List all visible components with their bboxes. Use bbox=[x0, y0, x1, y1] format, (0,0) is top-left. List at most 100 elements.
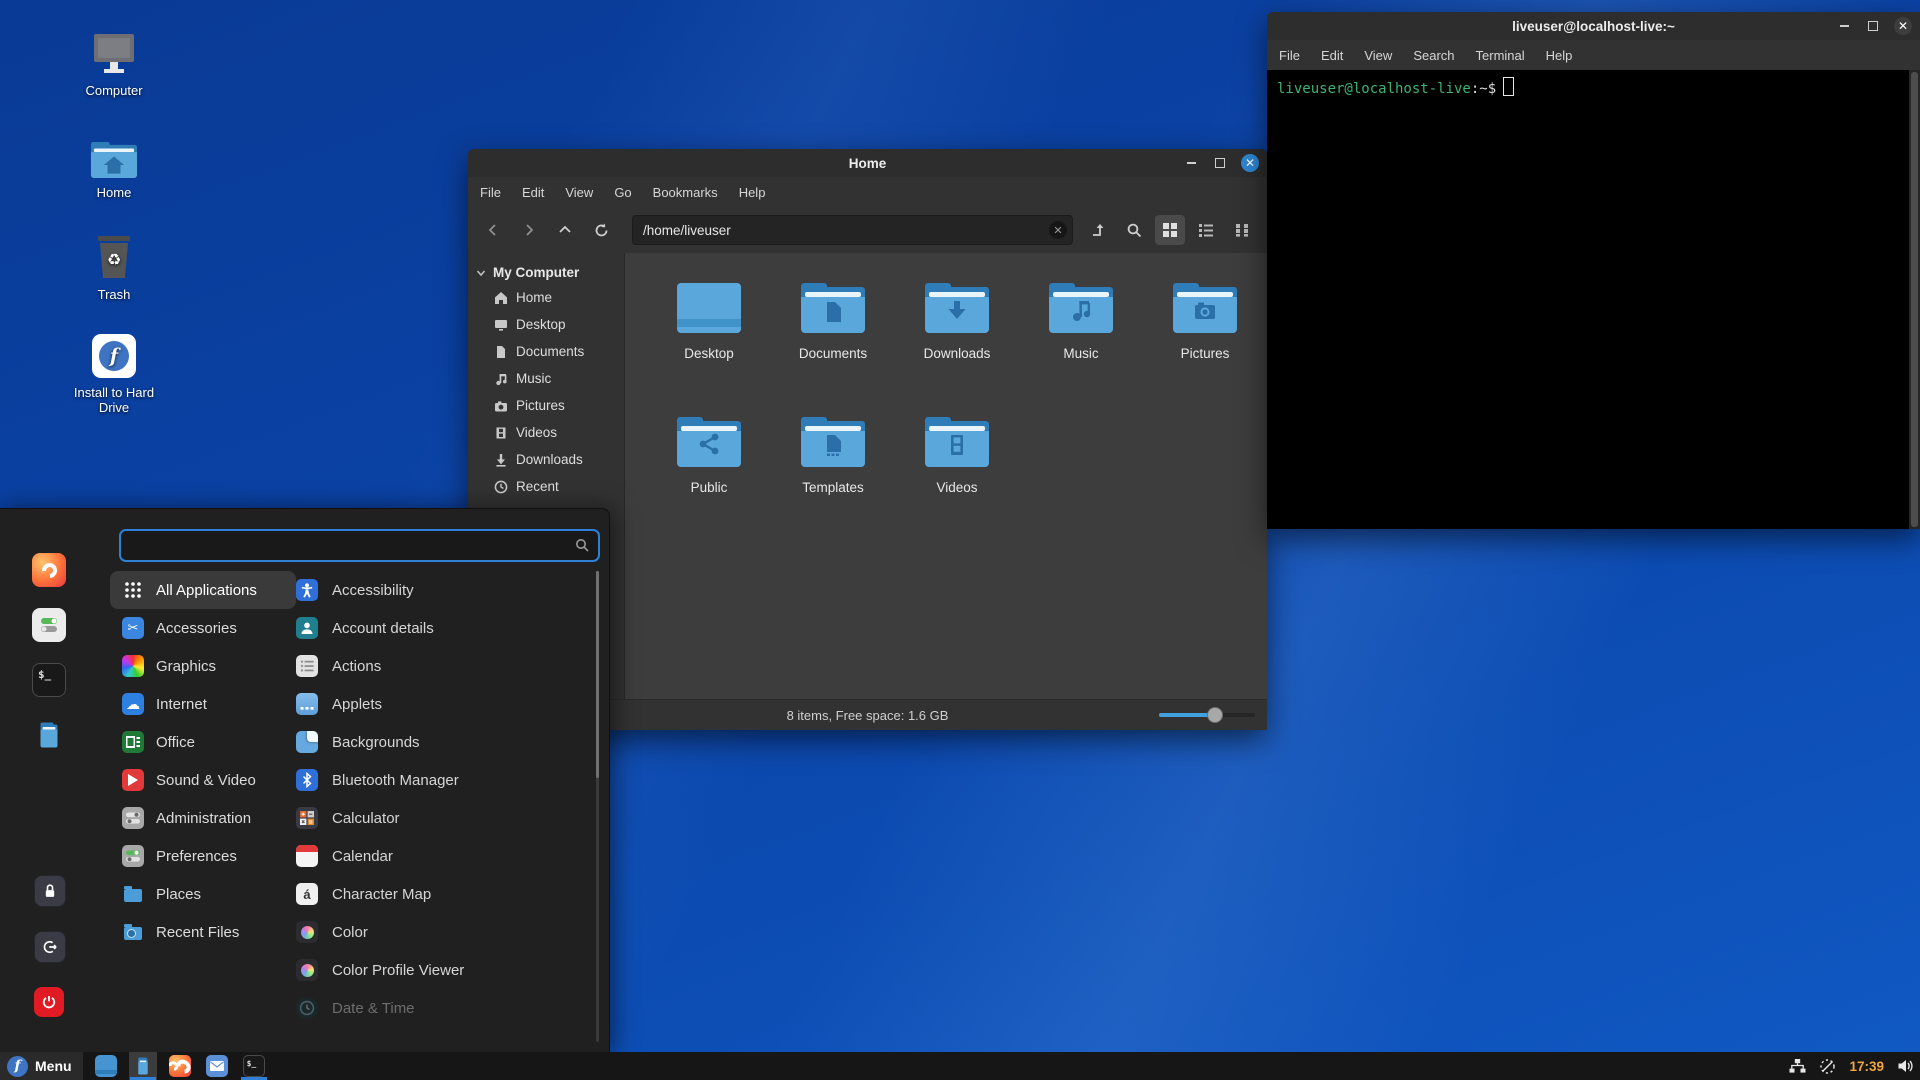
network-icon[interactable] bbox=[1789, 1058, 1806, 1074]
minimize-button[interactable] bbox=[1183, 155, 1199, 171]
close-button[interactable]: ✕ bbox=[1894, 17, 1912, 35]
zoom-slider[interactable] bbox=[1159, 707, 1255, 723]
sidebar-item-documents[interactable]: Documents bbox=[468, 338, 624, 365]
sidebar-item-videos[interactable]: Videos bbox=[468, 419, 624, 446]
clock-icon bbox=[494, 480, 508, 494]
up-icon[interactable] bbox=[550, 215, 580, 245]
terminal-icon[interactable]: $_ bbox=[32, 663, 66, 697]
app-color[interactable]: Color bbox=[296, 913, 592, 951]
folder-documents[interactable]: Documents bbox=[771, 269, 895, 403]
category-all-applications[interactable]: All Applications bbox=[110, 571, 296, 609]
launcher-firefox[interactable] bbox=[166, 1052, 194, 1080]
category-places[interactable]: Places bbox=[110, 875, 296, 913]
sidebar-item-desktop[interactable]: Desktop bbox=[468, 311, 624, 338]
category-graphics[interactable]: Graphics bbox=[110, 647, 296, 685]
folder-videos[interactable]: Videos bbox=[895, 403, 1019, 537]
app-account-details[interactable]: Account details bbox=[296, 609, 592, 647]
jump-icon[interactable] bbox=[1083, 215, 1113, 245]
forward-icon[interactable] bbox=[514, 215, 544, 245]
volume-icon[interactable] bbox=[1897, 1058, 1914, 1074]
sidebar-item-music[interactable]: Music bbox=[468, 365, 624, 392]
menu-help[interactable]: Help bbox=[739, 185, 766, 200]
back-icon[interactable] bbox=[478, 215, 508, 245]
category-preferences[interactable]: Preferences bbox=[110, 837, 296, 875]
app-color-profile-viewer[interactable]: Color Profile Viewer bbox=[296, 951, 592, 989]
fm-window-title: Home bbox=[849, 156, 887, 171]
notifications-off-icon[interactable] bbox=[1819, 1058, 1836, 1075]
desktop-icon-home[interactable]: Home bbox=[58, 130, 170, 200]
task-file-manager[interactable] bbox=[129, 1052, 157, 1080]
app-calculator[interactable]: Calculator bbox=[296, 799, 592, 837]
menu-file[interactable]: File bbox=[480, 185, 501, 200]
category-accessories[interactable]: ✂ Accessories bbox=[110, 609, 296, 647]
menu-help[interactable]: Help bbox=[1546, 48, 1573, 63]
menu-terminal[interactable]: Terminal bbox=[1476, 48, 1525, 63]
folder-templates[interactable]: Templates bbox=[771, 403, 895, 537]
terminal-titlebar[interactable]: liveuser@localhost-live:~ ✕ bbox=[1267, 12, 1920, 40]
slider-handle[interactable] bbox=[1207, 707, 1223, 723]
maximize-button[interactable] bbox=[1865, 18, 1881, 34]
terminal-output[interactable]: liveuser@localhost-live:~$ bbox=[1267, 70, 1920, 529]
power-icon[interactable] bbox=[34, 987, 64, 1017]
search-input[interactable] bbox=[121, 531, 598, 560]
menu-edit[interactable]: Edit bbox=[522, 185, 544, 200]
path-input[interactable] bbox=[632, 215, 1073, 245]
sidebar-group-my-computer[interactable]: My Computer bbox=[468, 261, 624, 284]
clear-path-icon[interactable]: ✕ bbox=[1049, 221, 1067, 239]
list-view-icon[interactable] bbox=[1191, 215, 1221, 245]
folder-desktop[interactable]: Desktop bbox=[647, 269, 771, 403]
lock-icon[interactable] bbox=[34, 875, 66, 907]
compact-view-icon[interactable] bbox=[1227, 215, 1257, 245]
category-recent-files[interactable]: Recent Files bbox=[110, 913, 296, 951]
menu-edit[interactable]: Edit bbox=[1321, 48, 1343, 63]
sidebar-item-recent[interactable]: Recent bbox=[468, 473, 624, 500]
category-sound-video[interactable]: Sound & Video bbox=[110, 761, 296, 799]
desktop-icon-computer[interactable]: Computer bbox=[58, 28, 170, 98]
folder-pictures[interactable]: Pictures bbox=[1143, 269, 1267, 403]
close-button[interactable]: ✕ bbox=[1241, 154, 1259, 172]
menu-go[interactable]: Go bbox=[614, 185, 631, 200]
show-desktop-button[interactable] bbox=[92, 1052, 120, 1080]
category-office[interactable]: Office bbox=[110, 723, 296, 761]
menu-search[interactable]: Search bbox=[1413, 48, 1454, 63]
firefox-icon[interactable] bbox=[32, 553, 66, 587]
menu-view[interactable]: View bbox=[565, 185, 593, 200]
app-date-time[interactable]: Date & Time bbox=[296, 989, 592, 1027]
menu-view[interactable]: View bbox=[1364, 48, 1392, 63]
desktop-icon-install[interactable]: f Install to Hard Drive bbox=[58, 330, 170, 415]
app-applets[interactable]: Applets bbox=[296, 685, 592, 723]
fm-titlebar[interactable]: Home ✕ bbox=[468, 149, 1267, 177]
search-icon[interactable] bbox=[1119, 215, 1149, 245]
app-bluetooth-manager[interactable]: Bluetooth Manager bbox=[296, 761, 592, 799]
folder-music[interactable]: Music bbox=[1019, 269, 1143, 403]
app-character-map[interactable]: á Character Map bbox=[296, 875, 592, 913]
menu-button[interactable]: f Menu bbox=[0, 1052, 83, 1080]
minimize-button[interactable] bbox=[1836, 18, 1852, 34]
folder-public[interactable]: Public bbox=[647, 403, 771, 537]
reload-icon[interactable] bbox=[586, 215, 616, 245]
logout-icon[interactable] bbox=[34, 931, 66, 963]
sidebar-item-pictures[interactable]: Pictures bbox=[468, 392, 624, 419]
menu-bookmarks[interactable]: Bookmarks bbox=[653, 185, 718, 200]
sidebar-item-home[interactable]: Home bbox=[468, 284, 624, 311]
app-list-scrollbar[interactable] bbox=[596, 571, 599, 1042]
task-terminal[interactable]: $_ bbox=[240, 1052, 268, 1080]
category-internet[interactable]: ☁ Internet bbox=[110, 685, 296, 723]
desktop-icon-trash[interactable]: ♻ Trash bbox=[58, 232, 170, 302]
file-manager-icon[interactable] bbox=[32, 718, 66, 752]
category-administration[interactable]: Administration bbox=[110, 799, 296, 837]
settings-toggles-icon[interactable] bbox=[32, 608, 66, 642]
terminal-scrollbar[interactable] bbox=[1909, 70, 1920, 529]
sidebar-item-downloads[interactable]: Downloads bbox=[468, 446, 624, 473]
clock[interactable]: 17:39 bbox=[1849, 1059, 1884, 1074]
app-backgrounds[interactable]: Backgrounds bbox=[296, 723, 592, 761]
folder-downloads[interactable]: Downloads bbox=[895, 269, 1019, 403]
icon-view-icon[interactable] bbox=[1155, 215, 1185, 245]
app-actions[interactable]: Actions bbox=[296, 647, 592, 685]
launcher-mail[interactable] bbox=[203, 1052, 231, 1080]
maximize-button[interactable] bbox=[1212, 155, 1228, 171]
menu-file[interactable]: File bbox=[1279, 48, 1300, 63]
app-accessibility[interactable]: Accessibility bbox=[296, 571, 592, 609]
fm-file-view[interactable]: Desktop Documents Downloads bbox=[625, 253, 1267, 699]
app-calendar[interactable]: Calendar bbox=[296, 837, 592, 875]
